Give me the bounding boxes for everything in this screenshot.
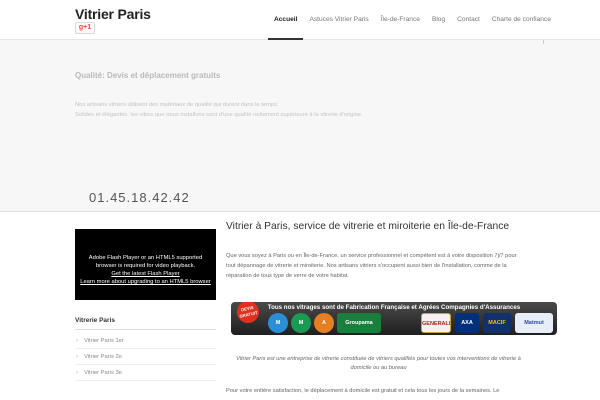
sidebar-item-paris-1er[interactable]: › Vitrier Paris 1er [75,333,216,349]
flash-message-2: browser is required for video playback. [95,263,196,269]
main-nav: Accueil Astuces Vitrier Paris Île-de-Fra… [268,0,557,40]
nav-contact[interactable]: Contact [451,0,486,40]
insurance-logo-matmut: Matmut [515,313,553,333]
intro-paragraph: Que vous soyez à Paris ou en Île-de-Fran… [226,253,517,279]
insurance-logo-matmut-a: A [314,313,334,333]
sidebar-title: Vitrerie Paris [75,317,115,324]
flash-player-link[interactable]: Get the latest Flash Player [75,270,216,278]
insurance-logo-axa: AXA [455,313,479,333]
nav-blog[interactable]: Blog [426,0,451,40]
chevron-right-icon: › [76,354,78,360]
main-title: Vitrier à Paris, service de vitrerie et … [226,221,510,232]
chevron-right-icon: › [76,370,78,376]
second-paragraph: Pour votre entière satisfaction, le dépl… [226,388,500,394]
banner-heading: Tous nos vitrages sont de Fabrication Fr… [267,304,521,311]
sidebar-item-paris-2e[interactable]: › Vitrier Paris 2e [75,349,216,365]
nav-charte[interactable]: Charte de confiance [486,0,557,40]
flash-message-1: Adobe Flash Player or an HTML5 supported [88,255,203,261]
sidebar-divider [75,329,216,330]
nav-accueil[interactable]: Accueil [268,0,304,40]
hero-text-line-1: Nos artisans vitriers utilisent des maté… [75,102,279,108]
sidebar-item-label: Vitrier Paris 1er [84,338,124,344]
hero-text: Nos artisans vitriers utilisent des maté… [75,100,515,120]
insurance-logo-generali: GENERALI [421,313,451,333]
sidebar-item-label: Vitrier Paris 2e [84,354,122,360]
sidebar-item-paris-3e[interactable]: › Vitrier Paris 3e [75,365,216,381]
banner-caption: Vitrier Paris est une entreprise de vitr… [236,356,521,371]
nav-ile-de-france[interactable]: Île-de-France [375,0,426,40]
insurance-logo-groupama: Groupama [337,313,381,333]
site-title[interactable]: Vitrier Paris [75,6,151,22]
sidebar-list: › Vitrier Paris 1er › Vitrier Paris 2e › Vi… [75,333,216,381]
sidebar-item-label: Vitrier Paris 3e [84,370,122,376]
hero-section: Qualité: Devis et déplacement gratuits N… [0,40,600,212]
phone-number[interactable]: 01.45.18.42.42 [89,190,190,205]
hero-text-line-2: Solides et élégantes, les vitres que nou… [75,112,363,118]
html5-upgrade-link[interactable]: Learn more about upgrading to an HTML5 b… [75,278,216,286]
nav-astuces[interactable]: Astuces Vitrier Paris [303,0,374,40]
insurance-logos: M M A Groupama GENERALI AXA MACIF Matmut [231,313,557,333]
google-plus-button[interactable]: g+1 [75,22,95,34]
hero-divider [543,40,544,44]
insurance-logo-macif: MACIF [483,313,511,333]
insurance-logo-mma: M [291,313,311,333]
hero-title: Qualité: Devis et déplacement gratuits [75,71,221,80]
insurance-banner: Tous nos vitrages sont de Fabrication Fr… [231,302,557,335]
site-header: Vitrier Paris g+1 Accueil Astuces Vitrie… [0,0,600,40]
chevron-right-icon: › [76,338,78,344]
video-player[interactable]: Adobe Flash Player or an HTML5 supported… [75,229,216,300]
insurance-logo-maaf: M [268,313,288,333]
